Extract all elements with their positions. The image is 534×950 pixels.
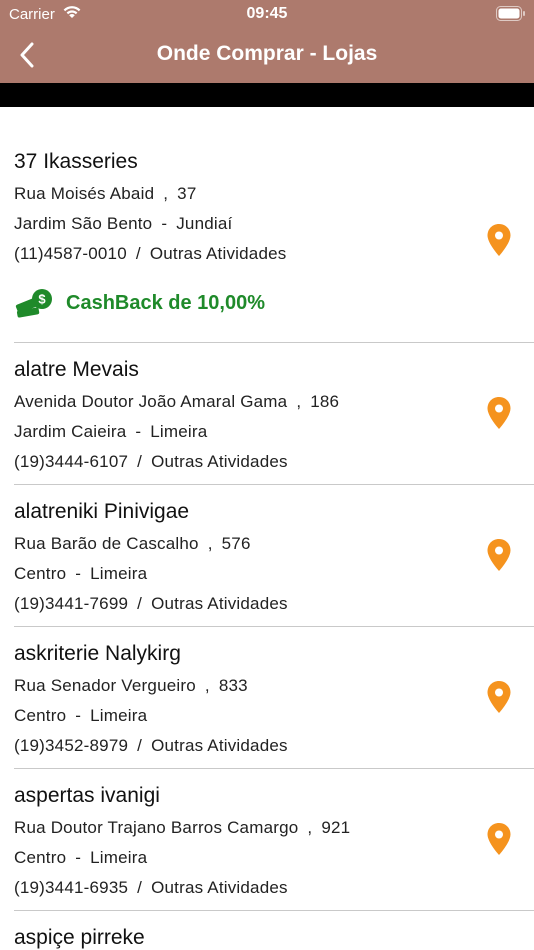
store-contact: (19)3441-6935 / Outras Atividades	[14, 877, 520, 899]
cashback-icon: $	[15, 289, 52, 318]
svg-text:$: $	[38, 292, 46, 307]
clock: 09:45	[246, 5, 288, 22]
list-item[interactable]: aspiçe pirreke	[14, 911, 534, 950]
street: Rua Moisés Abaid	[14, 184, 155, 203]
store-contact: (19)3441-7699 / Outras Atividades	[14, 593, 520, 615]
comma-separator: ,	[307, 818, 313, 837]
status-bar: Carrier 09:45	[0, 0, 534, 28]
store-contact: (19)3444-6107 / Outras Atividades	[14, 451, 520, 473]
battery-icon	[496, 6, 526, 25]
store-name: askriterie Nalykirg	[14, 642, 181, 665]
store-name: alatre Mevais	[14, 358, 139, 381]
street-number: 921	[321, 818, 351, 837]
district: Centro	[14, 564, 67, 583]
store-location: Centro - Limeira	[14, 705, 520, 727]
store-name: 37 Ikasseries	[14, 150, 138, 173]
slash-separator: /	[137, 736, 143, 755]
store-name: alatreniki Pinivigae	[14, 500, 190, 523]
map-pin-icon	[487, 539, 511, 571]
map-pin-button[interactable]	[486, 538, 512, 572]
header: Carrier 09:45 Onde Comprar - Lojas	[0, 0, 534, 83]
dash-separator: -	[75, 848, 82, 867]
phone: (11)4587-0010	[14, 244, 127, 263]
map-pin-button[interactable]	[486, 822, 512, 856]
comma-separator: ,	[207, 534, 213, 553]
list-item[interactable]: alatreniki Pinivigae Rua Barão de Cascal…	[14, 485, 534, 627]
comma-separator: ,	[296, 392, 302, 411]
category: Outras Atividades	[151, 878, 288, 897]
store-location: Centro - Limeira	[14, 563, 520, 585]
district: Jardim Caieira	[14, 422, 127, 441]
district: Centro	[14, 706, 67, 725]
comma-separator: ,	[204, 676, 210, 695]
street-number: 576	[221, 534, 251, 553]
page-title: Onde Comprar - Lojas	[156, 42, 378, 65]
city: Limeira	[150, 422, 208, 441]
slash-separator: /	[135, 244, 141, 263]
map-pin-icon	[487, 823, 511, 855]
cashback-info: $ CashBack de 10,00%	[14, 287, 520, 319]
city: Limeira	[90, 706, 148, 725]
list-item[interactable]: alatre Mevais Avenida Doutor João Amaral…	[14, 343, 534, 485]
store-address: Avenida Doutor João Amaral Gama, 186	[14, 391, 520, 413]
street: Rua Doutor Trajano Barros Camargo	[14, 818, 299, 837]
category: Outras Atividades	[151, 594, 288, 613]
store-address: Rua Senador Vergueiro, 833	[14, 675, 520, 697]
category: Outras Atividades	[149, 244, 287, 263]
map-pin-button[interactable]	[486, 223, 512, 257]
street: Rua Senador Vergueiro	[14, 676, 196, 695]
list-item[interactable]: aspertas ivanigi Rua Doutor Trajano Barr…	[14, 769, 534, 911]
slash-separator: /	[137, 452, 143, 471]
store-location: Jardim Caieira - Limeira	[14, 421, 520, 443]
store-address: Rua Doutor Trajano Barros Camargo, 921	[14, 817, 520, 839]
dash-separator: -	[161, 214, 168, 233]
category: Outras Atividades	[151, 736, 288, 755]
phone: (19)3452-8979	[14, 736, 129, 755]
store-list[interactable]: 37 Ikasseries Rua Moisés Abaid, 37 Jardim…	[0, 107, 534, 950]
district: Centro	[14, 848, 67, 867]
dash-separator: -	[75, 564, 82, 583]
store-location: Centro - Limeira	[14, 847, 520, 869]
slash-separator: /	[137, 878, 143, 897]
dash-separator: -	[75, 706, 82, 725]
slash-separator: /	[137, 594, 143, 613]
comma-separator: ,	[163, 184, 169, 203]
cashback-label: CashBack de 10,00%	[66, 291, 266, 314]
list-item[interactable]: 37 Ikasseries Rua Moisés Abaid, 37 Jardim…	[14, 107, 534, 343]
street-number: 37	[177, 184, 197, 203]
street-number: 833	[218, 676, 248, 695]
district: Jardim São Bento	[14, 214, 153, 233]
list-item[interactable]: askriterie Nalykirg Rua Senador Vergueir…	[14, 627, 534, 769]
store-contact: (19)3452-8979 / Outras Atividades	[14, 735, 520, 757]
phone: (19)3444-6107	[14, 452, 129, 471]
map-pin-icon	[487, 681, 511, 713]
store-name: aspertas ivanigi	[14, 784, 160, 807]
city: Limeira	[90, 564, 148, 583]
street: Avenida Doutor João Amaral Gama	[14, 392, 288, 411]
map-pin-button[interactable]	[486, 396, 512, 430]
store-address: Rua Barão de Cascalho, 576	[14, 533, 520, 555]
phone: (19)3441-7699	[14, 594, 129, 613]
map-pin-button[interactable]	[486, 680, 512, 714]
category: Outras Atividades	[151, 452, 288, 471]
city: Limeira	[90, 848, 148, 867]
map-pin-icon	[487, 397, 511, 429]
map-pin-icon	[487, 224, 511, 256]
navigation-bar: Onde Comprar - Lojas	[0, 28, 534, 83]
city: Jundiaí	[176, 214, 233, 233]
street: Rua Barão de Cascalho	[14, 534, 199, 553]
store-contact: (11)4587-0010 / Outras Atividades	[14, 243, 520, 265]
store-name: aspiçe pirreke	[14, 926, 145, 949]
store-location: Jardim São Bento - Jundiaí	[14, 213, 520, 235]
dash-separator: -	[135, 422, 142, 441]
divider-bar	[0, 83, 534, 107]
phone: (19)3441-6935	[14, 878, 129, 897]
street-number: 186	[310, 392, 340, 411]
store-address: Rua Moisés Abaid, 37	[14, 183, 520, 205]
